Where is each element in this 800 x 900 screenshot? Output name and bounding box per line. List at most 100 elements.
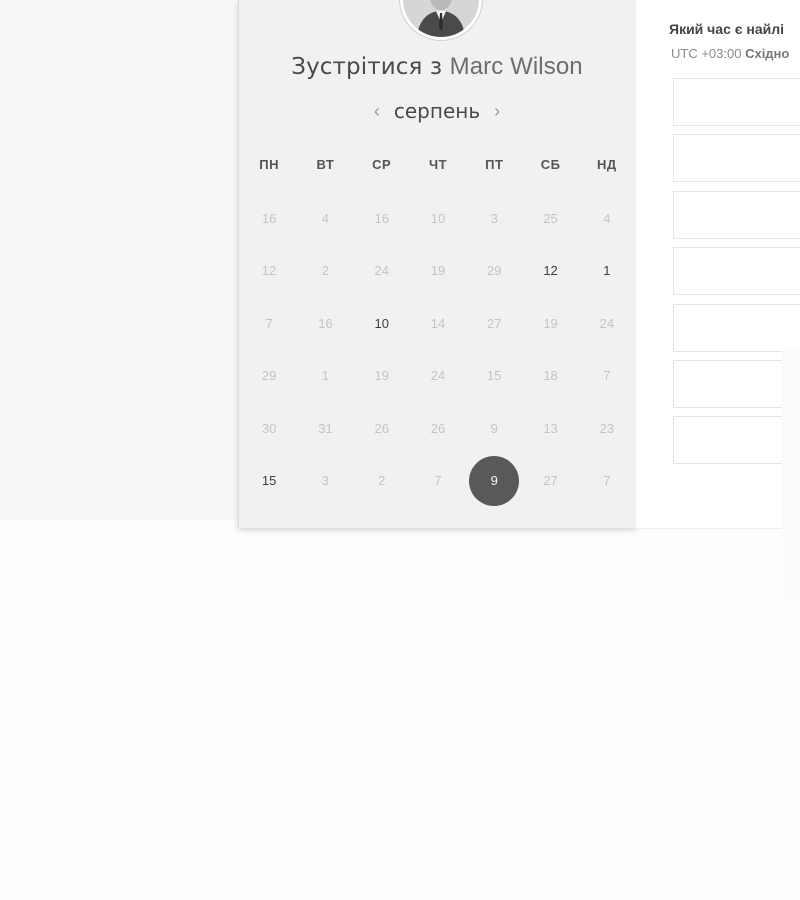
calendar-day: 14	[410, 297, 466, 350]
calendar-day-number: 24	[599, 315, 615, 331]
calendar-day-number: 19	[543, 315, 558, 331]
calendar-day: 23	[579, 402, 635, 455]
calendar-day-number: 18	[543, 368, 558, 384]
time-slot[interactable]	[673, 416, 800, 464]
calendar-day-number: 7	[603, 368, 611, 384]
calendar-day: 2	[354, 455, 410, 508]
chevron-left-icon[interactable]: ‹	[374, 102, 380, 120]
calendar-day-number: 26	[374, 420, 389, 436]
weekday-sat: СБ	[540, 157, 561, 172]
calendar-day: 18	[522, 350, 578, 403]
calendar-day: 29	[466, 245, 522, 298]
calendar-day: 9	[466, 402, 522, 455]
calendar-day: 16	[297, 297, 353, 350]
calendar-day: 12	[241, 245, 297, 298]
calendar-day-number: 7	[603, 473, 611, 489]
left-background	[0, 0, 240, 520]
calendar-day-number: 4	[603, 210, 611, 226]
calendar-day: 19	[354, 350, 410, 403]
weekday-tue: ВТ	[316, 157, 335, 172]
calendar-day: 4	[297, 192, 353, 245]
calendar-day-number: 15	[487, 368, 502, 384]
calendar-day: 26	[354, 402, 410, 455]
time-slot[interactable]	[673, 304, 800, 352]
calendar-day-number: 29	[261, 368, 277, 384]
calendar-day: 31	[297, 402, 353, 455]
time-question: Який час є найлі	[669, 21, 785, 37]
time-slot[interactable]	[673, 134, 800, 182]
calendar-day: 2	[297, 245, 353, 298]
calendar-day-number: 7	[265, 315, 273, 331]
timezone-name: Східно	[745, 46, 790, 61]
calendar-day-number: 12	[261, 263, 277, 279]
calendar-day: 7	[241, 297, 297, 350]
month-label: серпень	[393, 99, 481, 123]
calendar-day-grid: 16 4 16 10 3 25 4 12 2 24 19 29 12 1 7 16 10 14 27 19 24 29 1 1…	[241, 192, 635, 507]
calendar-day: 3	[297, 455, 353, 508]
calendar-day: 15	[466, 350, 522, 403]
calendar-day-selected[interactable]: 9	[466, 455, 522, 508]
weekday-wed: СР	[372, 157, 392, 172]
weekday-thu: ЧТ	[428, 157, 448, 172]
calendar-day-number: 16	[374, 210, 389, 226]
calendar-day: 10	[410, 192, 466, 245]
timezone-offset: UTC +03:00	[671, 46, 742, 61]
calendar-day-number: 23	[599, 420, 615, 436]
calendar-day-number: 1	[603, 263, 611, 279]
calendar-day-number: 14	[430, 315, 446, 331]
host-name: Marc Wilson	[449, 53, 583, 80]
calendar-day[interactable]: 12	[522, 245, 578, 298]
calendar-day: 3	[466, 192, 522, 245]
calendar-day-number: 19	[374, 368, 389, 384]
calendar-day-number: 9	[469, 455, 520, 506]
calendar-day: 30	[241, 402, 297, 455]
time-slot[interactable]	[673, 360, 800, 408]
calendar-day: 24	[579, 297, 635, 350]
calendar-day: 27	[522, 455, 578, 508]
calendar-day: 19	[410, 245, 466, 298]
calendar-day-number: 19	[430, 263, 446, 279]
calendar-day: 7	[579, 350, 635, 403]
meeting-title-prefix: Зустрітися з	[291, 54, 443, 80]
calendar-day-number: 1	[321, 368, 330, 384]
calendar-day-number: 15	[261, 473, 277, 489]
calendar-day-number: 2	[321, 263, 330, 279]
time-slot[interactable]	[673, 247, 800, 295]
calendar-day: 24	[354, 245, 410, 298]
month-navigation: ‹ серпень ›	[238, 99, 636, 123]
calendar-day-number: 16	[261, 210, 277, 226]
right-edge-shade	[782, 350, 800, 600]
calendar-day: 19	[522, 297, 578, 350]
calendar-day: 26	[410, 402, 466, 455]
calendar-day[interactable]: 1	[579, 245, 635, 298]
calendar-day[interactable]: 15	[241, 455, 297, 508]
calendar-day-number: 4	[321, 210, 330, 226]
calendar-day-number: 3	[490, 210, 498, 226]
calendar-day-number: 3	[321, 473, 330, 489]
calendar-day: 16	[354, 192, 410, 245]
calendar-day-number: 10	[374, 315, 389, 331]
calendar-day-number: 27	[543, 473, 558, 489]
calendar-day-number: 10	[430, 210, 446, 226]
calendar-day: 27	[466, 297, 522, 350]
weekday-sun: НД	[597, 157, 617, 172]
calendar-day: 25	[522, 192, 578, 245]
timezone-label: UTC +03:00 Східно	[671, 46, 789, 61]
calendar-day-number: 16	[318, 315, 333, 331]
calendar-day: 29	[241, 350, 297, 403]
calendar-day: 16	[241, 192, 297, 245]
calendar-day-number: 31	[318, 420, 333, 436]
meeting-title: Зустрітися з Marc Wilson	[238, 53, 636, 81]
time-slot[interactable]	[673, 191, 800, 239]
chevron-right-icon[interactable]: ›	[494, 102, 500, 120]
calendar-day: 13	[522, 402, 578, 455]
time-slot[interactable]	[673, 78, 800, 126]
calendar-day-number: 30	[261, 420, 277, 436]
weekday-fri: ПТ	[485, 157, 504, 172]
calendar-day[interactable]: 10	[354, 297, 410, 350]
calendar-day-number: 27	[487, 315, 502, 331]
calendar-day-number: 12	[543, 263, 558, 279]
calendar-day: 7	[410, 455, 466, 508]
calendar-day-number: 13	[543, 420, 558, 436]
calendar-day-number: 24	[430, 368, 446, 384]
